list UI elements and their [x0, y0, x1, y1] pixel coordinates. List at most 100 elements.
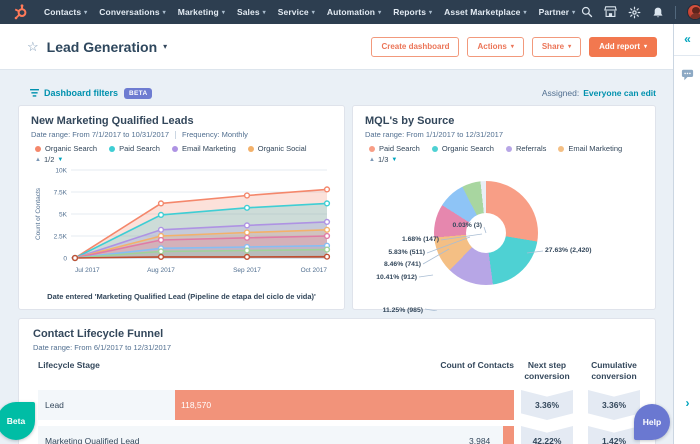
legend-label: Referrals: [515, 144, 547, 153]
funnel-next-step-badge: 42.22%: [521, 426, 573, 444]
legend-item-referrals[interactable]: Referrals: [505, 144, 547, 153]
svg-text:Aug 2017: Aug 2017: [147, 267, 175, 274]
legend-page-up-icon[interactable]: ▲: [35, 157, 41, 163]
column-header-count-of-contacts: Count of Contacts: [440, 360, 514, 370]
donut-slice-label: 1.68% (147): [401, 236, 439, 243]
dashboard-header: ☆ Lead Generation ▾ Create dashboard Act…: [0, 24, 673, 70]
caret-down-icon: ▾: [311, 9, 315, 16]
assigned-value-link[interactable]: Everyone can edit: [583, 88, 656, 98]
funnel-row-marketing-qualified-lead[interactable]: Marketing Qualified Lead 3,984 42.22% 1.42%: [33, 426, 641, 444]
caret-down-icon: ▾: [378, 9, 382, 16]
donut-slice-label: 27.63% (2,420): [545, 247, 592, 254]
collapse-rail-icon[interactable]: «: [674, 32, 700, 46]
user-avatar[interactable]: [687, 4, 700, 20]
add-report-button[interactable]: Add report ▾: [589, 36, 657, 57]
legend-dot-icon: [109, 145, 116, 152]
legend-item-paid-search[interactable]: Paid Search: [109, 144, 160, 153]
nav-divider: [675, 5, 677, 19]
legend-dot-icon: [35, 145, 41, 152]
dashboard-switcher-caret-icon[interactable]: ▾: [163, 42, 167, 51]
column-header-lifecycle-stage: Lifecycle Stage: [38, 360, 100, 370]
right-rail: « ›: [673, 24, 700, 444]
funnel-row-lead[interactable]: Lead 118,570 3.36% 3.36%: [33, 390, 641, 420]
funnel-cumulative-badge: 1.42%: [588, 426, 640, 444]
mql-source-donut-chart[interactable]: 27.63% (2,420)20.24% (1,773)14.46% (1,26…: [353, 161, 655, 347]
rail-chevron-right-icon[interactable]: ›: [674, 396, 700, 410]
legend-item-paid-search[interactable]: Paid Search: [369, 144, 420, 153]
legend-label: Organic Search: [45, 144, 98, 153]
legend-page-indicator: 1/2: [43, 155, 55, 164]
trend-date-range: Date range: From 7/1/2017 to 10/31/2017: [31, 130, 170, 139]
nav-item-conversations[interactable]: Conversations ▾: [93, 7, 171, 17]
favorite-star-icon[interactable]: ☆: [27, 39, 39, 55]
settings-icon[interactable]: [628, 6, 641, 19]
card-contact-lifecycle-funnel: Contact Lifecycle Funnel Date range: Fro…: [18, 318, 656, 444]
svg-text:5K: 5K: [59, 211, 68, 218]
nav-item-sales[interactable]: Sales ▾: [231, 7, 272, 17]
funnel-count-value: 118,570: [181, 400, 212, 410]
donut-slice-label: 5.83% (511): [388, 249, 425, 256]
caret-down-icon: ▾: [429, 9, 433, 16]
mql-trend-chart[interactable]: 0 2.5K 5K 7.5K 10K Count of Contacts Jul 2017 A…: [31, 164, 334, 286]
marketplace-icon[interactable]: [604, 6, 618, 18]
legend-page-down-icon[interactable]: ▼: [57, 157, 63, 163]
comments-icon[interactable]: [681, 68, 694, 86]
trend-legend: Organic Search Paid Search Email Marketing…: [35, 144, 332, 153]
share-button[interactable]: Share ▾: [531, 36, 582, 57]
header-actions: Create dashboard Actions ▾ Share ▾ Add r…: [371, 36, 657, 57]
svg-text:2.5K: 2.5K: [54, 233, 68, 240]
actions-label: Actions: [477, 42, 507, 51]
caret-down-icon: ▾: [523, 9, 527, 16]
donut-slice-label: 8.46% (741): [383, 261, 421, 268]
legend-item-email-marketing[interactable]: Email Marketing: [558, 144, 622, 153]
funnel-next-step-badge: 3.36%: [521, 390, 573, 420]
nav-item-marketing[interactable]: Marketing ▾: [172, 7, 231, 17]
legend-label: Email Marketing: [568, 144, 623, 153]
nav-item-partner[interactable]: Partner ▾: [533, 7, 582, 17]
nav-item-reports[interactable]: Reports ▾: [387, 7, 438, 17]
card-new-mql-trend: New Marketing Qualified Leads Date range…: [18, 105, 345, 310]
funnel-date-range: Date range: From 6/1/2017 to 12/31/2017: [33, 343, 172, 352]
rail-divider: [674, 55, 700, 56]
caret-down-icon: ▾: [162, 9, 166, 16]
legend-label: Organic Search: [441, 144, 494, 153]
funnel-stage-label: Marketing Qualified Lead: [45, 436, 140, 444]
legend-item-organic-search[interactable]: Organic Search: [35, 144, 97, 153]
column-header-cumulative-conversion: Cumulative conversion: [591, 360, 637, 381]
legend-label: Email Marketing: [181, 144, 236, 153]
assigned-group: Assigned: Everyone can edit: [542, 88, 656, 98]
filter-icon: [30, 89, 39, 97]
nav-item-contacts[interactable]: Contacts ▾: [38, 7, 93, 17]
trend-card-meta: Date range: From 7/1/2017 to 10/31/2017 …: [31, 130, 332, 139]
legend-item-organic-search[interactable]: Organic Search: [431, 144, 494, 153]
trend-x-axis-title: Date entered 'Marketing Qualified Lead (…: [47, 292, 316, 301]
legend-item-email-marketing[interactable]: Email Marketing: [171, 144, 236, 153]
legend-item-organic-social[interactable]: Organic Social: [247, 144, 307, 153]
actions-button[interactable]: Actions ▾: [467, 36, 524, 57]
notifications-icon[interactable]: [652, 6, 664, 19]
caret-down-icon: ▾: [510, 44, 514, 50]
caret-down-icon: ▾: [84, 9, 88, 16]
funnel-card-title: Contact Lifecycle Funnel: [33, 328, 164, 340]
create-dashboard-label: Create dashboard: [381, 42, 450, 51]
nav-item-service[interactable]: Service ▾: [272, 7, 321, 17]
svg-text:Count of Contacts: Count of Contacts: [35, 187, 42, 240]
legend-label: Organic Social: [257, 144, 307, 153]
donut-legend: Paid Search Organic Search Referrals Email …: [369, 144, 643, 153]
create-dashboard-button[interactable]: Create dashboard: [371, 36, 460, 57]
donut-slice-label: 10.41% (912): [376, 274, 417, 281]
trend-frequency: Frequency: Monthly: [182, 130, 248, 139]
help-bubble-button[interactable]: Help: [634, 404, 670, 440]
legend-label: Paid Search: [379, 144, 420, 153]
card-mql-by-source: MQL's by Source Date range: From 1/1/201…: [352, 105, 656, 347]
funnel-card-meta: Date range: From 6/1/2017 to 12/31/2017: [33, 343, 641, 352]
nav-item-asset-marketplace[interactable]: Asset Marketplace ▾: [438, 7, 532, 17]
funnel-stage-label: Lead: [45, 400, 64, 410]
legend-dot-icon: [369, 145, 375, 152]
caret-down-icon: ▾: [572, 9, 576, 16]
nav-item-automation[interactable]: Automation ▾: [321, 7, 387, 17]
search-icon[interactable]: [581, 6, 593, 18]
meta-separator: [175, 130, 177, 139]
dashboard-filters-link[interactable]: Dashboard filters: [30, 88, 118, 98]
hubspot-logo-icon[interactable]: [12, 4, 28, 20]
